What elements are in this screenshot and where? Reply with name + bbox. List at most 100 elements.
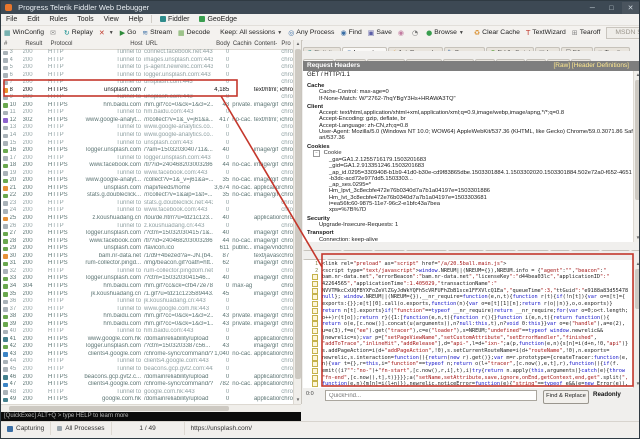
capturing-indicator[interactable]: Capturing xyxy=(1,422,52,435)
raw-link[interactable]: [Raw] xyxy=(553,62,570,69)
session-row[interactable]: 28 200 HTTPS www.facebook.com/tr/?id=240468… xyxy=(1,238,293,246)
session-row[interactable]: 42 200 HTTPS logger.unsplash.com/?ctm=15032… xyxy=(1,343,293,351)
session-row[interactable]: 7 200 HTTP Tunnel tounsplash.com:443 0 chro..… xyxy=(1,79,293,87)
menu-file[interactable]: File xyxy=(1,14,22,25)
msdn-search-box[interactable]: MSDN Search... xyxy=(606,27,639,39)
scroll-thumb[interactable] xyxy=(9,406,229,411)
session-row[interactable]: 23 200 HTTP Tunnel to stats.g.doubleclick.ne… xyxy=(1,200,293,208)
syntaxview-code-area[interactable]: 12 <link rel="preload" as="script" href=… xyxy=(303,260,639,388)
session-row[interactable]: 45 200 HTTP Tunnel to beacons.gcp.gvt2.com:4… xyxy=(1,366,293,374)
scroll-thumb[interactable] xyxy=(635,80,639,200)
session-row[interactable]: 49 200 HTTPS google.com.hk/domainreliabilit… xyxy=(1,396,293,404)
session-row[interactable]: 44 200 HTTP Tunnel to clients4.google.com:44… xyxy=(1,358,293,366)
session-row[interactable]: 24 200 HTTP Tunnel to www.facebook.com:443 0 c… xyxy=(1,207,293,215)
session-row[interactable]: 20 200 HTTPS www.google-analyt.../collect?v… xyxy=(1,177,293,185)
session-row[interactable]: 3 200 HTTP Tunnel to connect.facebook.net:44… xyxy=(1,49,293,57)
session-row[interactable]: 39 200 HTTPS hm.baidu.com/hm.gif?cc=0&ck=1&… xyxy=(1,321,293,329)
toolbar-decode-button[interactable]: ▦ Decode xyxy=(175,27,213,39)
column-header-caching[interactable]: Caching xyxy=(231,40,252,49)
session-row[interactable]: 33 200 HTTPS logger.unsplash.com/?ctm=15032… xyxy=(1,275,293,283)
session-row[interactable]: 18 200 HTTPS www.facebook.com/tr/?id=240468… xyxy=(1,162,293,170)
session-row[interactable]: 15 200 HTTP Tunnel tounsplash.com:443 0 chro.… xyxy=(1,140,293,148)
column-header-body[interactable]: Body xyxy=(213,40,230,49)
scroll-up-icon[interactable]: ▲ xyxy=(634,71,639,79)
session-row[interactable]: 26 200 HTTP Tunnel to z.koushuadang.cn:443 0 c… xyxy=(1,223,293,231)
scroll-down-icon[interactable]: ▼ xyxy=(294,396,301,404)
column-header-content-type[interactable]: Content-Type xyxy=(252,40,281,49)
session-row[interactable]: 37 200 HTTP Tunnel to www.google.com.hk:443 0… xyxy=(1,306,293,314)
menu-fiddler[interactable]: Fiddler xyxy=(155,14,194,25)
toolbar-remove-button[interactable]: ✕ ▼ xyxy=(96,27,117,39)
session-row[interactable]: 46 200 HTTPS beacons.gcp.gvt2.c.../domainre… xyxy=(1,374,293,382)
toolbar-any-process-button[interactable]: ◎ Any Process xyxy=(285,27,337,39)
session-row[interactable]: 48 200 HTTP Tunnel to google.com.hk:443 0 chro… xyxy=(1,389,293,397)
scroll-down-icon[interactable]: ▼ xyxy=(634,380,639,388)
toolbar-tearoff-button[interactable]: ⊞ Tearoff xyxy=(569,27,604,39)
column-header-url[interactable]: URL xyxy=(146,40,214,49)
session-row[interactable]: 35 200 HTTPS jk.koushuadang.cn/1.gif?u=td21… xyxy=(1,291,293,299)
session-row[interactable]: 27 200 HTTPS logger.unsplash.com/?ctm=15032… xyxy=(1,230,293,238)
toolbar-save-button[interactable]: ▣ Save xyxy=(365,27,395,39)
scroll-up-icon[interactable]: ▲ xyxy=(634,260,639,268)
session-row[interactable]: 17 200 HTTP Tunnel to logger.unsplash.com:44… xyxy=(1,155,293,163)
session-row[interactable]: 9 200 HTTP Tunnel tounsplash.com:443 0 chro..… xyxy=(1,94,293,102)
toolbar-stream-button[interactable]: ≋ Stream xyxy=(139,27,175,39)
process-filter[interactable]: All Processes xyxy=(51,422,112,435)
find-replace-button[interactable]: Find & Replace xyxy=(543,390,589,404)
code-vertical-scrollbar[interactable]: ▲ ▼ xyxy=(633,260,639,388)
session-row[interactable]: 40 200 HTTP Tunnel tohm.baidu.com:443 0 chro.… xyxy=(1,328,293,336)
session-row[interactable]: 38 200 HTTPS hm.baidu.com/hm.gif?cc=0&ck=1&… xyxy=(1,313,293,321)
session-row[interactable]: 19 200 HTTP Tunnel to www.facebook.com:443 0 c… xyxy=(1,170,293,178)
session-row[interactable]: 16 200 HTTPS logger.unsplash.com/?am=150320… xyxy=(1,147,293,155)
scroll-thumb[interactable] xyxy=(635,269,639,309)
session-row[interactable]: 4 200 HTTP Tunnel to images.unsplash.com:443… xyxy=(1,57,293,65)
toolbar-comment-button[interactable]: ✉ xyxy=(47,27,61,39)
menu-tools[interactable]: Tools xyxy=(72,14,98,25)
quickexec-input[interactable]: [QuickExec] ALT+Q > type HELP to learn m… xyxy=(1,412,301,421)
column-header-pro[interactable]: Pro xyxy=(281,40,293,49)
session-row[interactable]: 36 200 HTTP Tunnel to jk.koushuadang.cn:443 0… xyxy=(1,298,293,306)
session-row[interactable]: 5 200 HTTP Tunnel to js-agent.newrelic.com:4… xyxy=(1,64,293,72)
column-header-protocol[interactable]: Protocol xyxy=(51,40,80,49)
toolbar-clock-button[interactable]: ◔ xyxy=(409,27,423,39)
session-row[interactable]: 31 200 HTTPS rum-collector.pingd.../img/bea… xyxy=(1,260,293,268)
session-list-horizontal-scrollbar[interactable] xyxy=(1,404,301,412)
session-row[interactable]: 41 200 HTTPS www.google.com.hk/domainreliab… xyxy=(1,336,293,344)
menu-rules[interactable]: Rules xyxy=(44,14,72,25)
session-row[interactable]: 43 200 HTTPS clients4.google.com/chrome-syn… xyxy=(1,351,293,359)
session-row[interactable]: 25 200 HTTPS z.koushuadang.cn/tou/de.htm?u=… xyxy=(1,215,293,223)
menu-geoedge[interactable]: GeoEdge xyxy=(194,14,242,25)
menu-help[interactable]: Help xyxy=(124,14,148,25)
scroll-thumb[interactable] xyxy=(295,49,301,379)
toolbar-keep-all-sessions-button[interactable]: Keep: All sessions ▼ xyxy=(217,27,285,39)
session-row[interactable]: 10 200 HTTPS hm.baidu.com/hm.gif?cc=0&ck=1&… xyxy=(1,102,293,110)
toolbar-browse-button[interactable]: ● Browse ▼ xyxy=(423,27,467,39)
column-header-host[interactable]: Host xyxy=(80,40,146,49)
session-row[interactable]: 14 200 HTTP Tunnel to www.google-analytics.c… xyxy=(1,132,293,140)
session-row[interactable]: 22 200 HTTPS stats.g.doubleclick.../r/colle… xyxy=(1,192,293,200)
toolbar-go-button[interactable]: ▶ Go xyxy=(117,27,139,39)
session-row[interactable]: 6 200 HTTP Tunnel to logger.unsplash.com:443… xyxy=(1,72,293,80)
session-row[interactable]: 11 200 HTTP Tunnel tohm.baidu.com:443 0 chro.… xyxy=(1,109,293,117)
session-list-vertical-scrollbar[interactable]: ▲ ▼ xyxy=(293,40,301,404)
session-row[interactable]: 47 200 HTTPS clients4.google.com/chrome-syn… xyxy=(1,381,293,389)
cookie-node[interactable]: − Cookie xyxy=(307,149,633,157)
collapse-icon[interactable]: − xyxy=(313,149,320,157)
session-row[interactable]: 21 200 HTTPS unsplash.com/napi/feeds/home 3,… xyxy=(1,185,293,193)
column-header-result[interactable]: Result xyxy=(25,40,50,49)
scroll-up-icon[interactable]: ▲ xyxy=(294,40,301,48)
header-definitions-link[interactable]: [Header Definitions] xyxy=(572,62,629,69)
session-row[interactable]: 13 200 HTTP Tunnel to www.google-analytics.c… xyxy=(1,124,293,132)
session-row[interactable]: 34 304 HTTPS hm.baidu.com/hm.gif?cc&ck=cfb4… xyxy=(1,283,293,291)
menu-edit[interactable]: Edit xyxy=(22,14,44,25)
toolbar-replay-button[interactable]: ↻ Replay xyxy=(61,27,96,39)
toolbar-clear-cache-button[interactable]: ♻ Clear Cache xyxy=(471,27,523,39)
toolbar-camera-button[interactable]: ◉ xyxy=(395,27,409,39)
session-row[interactable]: 8 200 HTTPS unsplash.com/ 4,185 text/html; c.… xyxy=(1,87,293,95)
session-row[interactable]: 32 200 HTTP Tunnel to rum-collector.pingdom.… xyxy=(1,268,293,276)
toolbar-textwizard-button[interactable]: T TextWizard xyxy=(523,27,569,39)
scroll-down-icon[interactable]: ▼ xyxy=(634,234,639,242)
quickfind-input[interactable] xyxy=(325,390,537,401)
column-header--[interactable]: # xyxy=(1,40,25,49)
session-row[interactable]: 30 200 HTTPS bam.nr-data.net/1/d9+4bezed?a=… xyxy=(1,253,293,261)
